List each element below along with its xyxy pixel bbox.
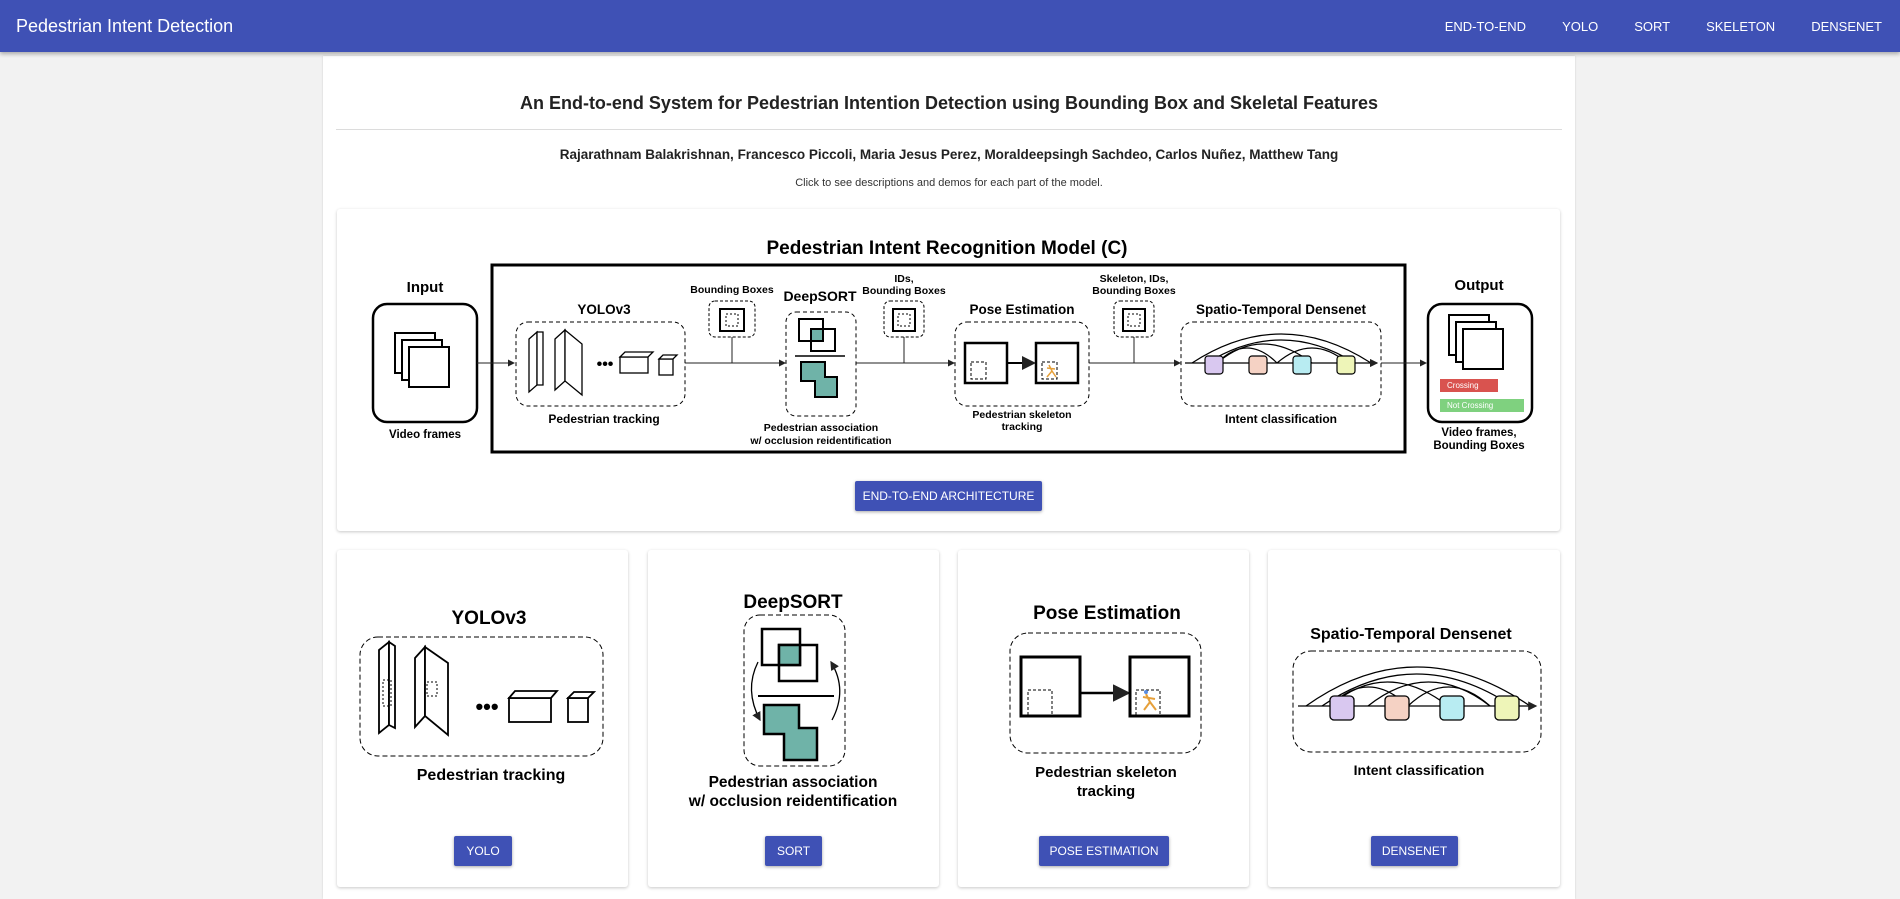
deepsort-caption-2: w/ occlusion reidentification — [749, 435, 891, 447]
pose-label: Pose Estimation — [969, 302, 1074, 317]
title-divider — [336, 129, 1562, 130]
sort-card-caption-1: Pedestrian association — [709, 774, 878, 791]
input-frames-icon — [394, 332, 450, 388]
pose-card-caption-1: Pedestrian skeleton — [1035, 764, 1177, 781]
output-caption-1: Video frames, — [1441, 427, 1516, 439]
densenet-card-diagram[interactable]: Spatio-Temporal Densenet Intent classifi… — [1268, 550, 1560, 790]
svg-text:•••: ••• — [475, 694, 498, 719]
sort-card-title: DeepSORT — [743, 592, 843, 613]
dense-label: Spatio-Temporal Densenet — [1196, 302, 1367, 317]
yolo-card-title: YOLOv3 — [452, 608, 527, 629]
paper-title: An End-to-end System for Pedestrian Inte… — [519, 93, 1379, 113]
dense-icon — [1185, 333, 1379, 375]
nav-sort[interactable]: SORT — [1634, 19, 1670, 34]
nav-skeleton[interactable]: SKELETON — [1706, 19, 1775, 34]
pose-icon — [963, 341, 1080, 385]
deepsort-icon — [795, 318, 845, 398]
author-list: Rajarathnam Balakrishnan, Francesco Picc… — [559, 147, 1339, 162]
densenet-card-title: Spatio-Temporal Densenet — [1310, 626, 1512, 643]
skel-label-2: Bounding Boxes — [1092, 285, 1176, 297]
nav-end-to-end[interactable]: END-TO-END — [1445, 19, 1526, 34]
yolo-card-diagram[interactable]: YOLOv3 ••• Pedestrian tracking — [337, 550, 628, 790]
crossing-badge-label: Crossing — [1447, 381, 1479, 390]
diagram-title: Pedestrian Intent Recognition Model (C) — [766, 238, 1127, 259]
densenet-card: Spatio-Temporal Densenet Intent classifi… — [1268, 550, 1560, 887]
sort-button[interactable]: SORT — [765, 836, 822, 866]
deepsort-label: DeepSORT — [783, 288, 857, 304]
pipeline-arrows — [477, 337, 1427, 367]
pose-card: Pose Estimation Pedestrian skeleton trac… — [958, 550, 1249, 887]
top-nav: END-TO-END YOLO SORT SKELETON DENSENET — [1409, 0, 1882, 52]
deepsort-caption-1: Pedestrian association — [764, 422, 878, 434]
pose-caption-2: tracking — [1002, 421, 1043, 433]
nav-densenet[interactable]: DENSENET — [1811, 19, 1882, 34]
yolo-card-caption: Pedestrian tracking — [417, 767, 566, 784]
app-title[interactable]: Pedestrian Intent Detection — [16, 16, 233, 37]
input-caption: Video frames — [389, 429, 461, 441]
main-container: An End-to-end System for Pedestrian Inte… — [323, 56, 1575, 899]
sort-card-diagram[interactable]: DeepSORT Pedestrian association w/ occlu… — [648, 550, 939, 820]
input-label: Input — [407, 279, 444, 296]
sort-card: DeepSORT Pedestrian association w/ occlu… — [648, 550, 939, 887]
pose-card-caption-2: tracking — [1077, 783, 1135, 800]
architecture-card: Pedestrian Intent Recognition Model (C) … — [337, 209, 1560, 531]
output-frames-icon — [1448, 314, 1504, 370]
skel-label-1: Skeleton, IDs, — [1100, 273, 1169, 285]
dense-caption: Intent classification — [1225, 412, 1337, 426]
pose-card-diagram[interactable]: Pose Estimation Pedestrian skeleton trac… — [958, 550, 1249, 820]
yolo-ellipsis: ••• — [597, 356, 614, 373]
yolo-button[interactable]: YOLO — [454, 836, 512, 866]
yolo-label: YOLOv3 — [577, 302, 631, 317]
yolo-caption: Pedestrian tracking — [548, 412, 659, 426]
yolo-card: YOLOv3 ••• Pedestrian tracking YOLO — [337, 550, 628, 887]
densenet-card-caption: Intent classification — [1354, 762, 1485, 778]
sort-card-caption-2: w/ occlusion reidentification — [688, 793, 897, 810]
densenet-button[interactable]: DENSENET — [1371, 836, 1458, 866]
pose-estimation-button[interactable]: POSE ESTIMATION — [1039, 836, 1169, 866]
pose-card-title: Pose Estimation — [1033, 603, 1181, 624]
output-caption-2: Bounding Boxes — [1433, 440, 1524, 452]
ids-label-1: IDs, — [894, 273, 913, 285]
output-label: Output — [1454, 277, 1503, 294]
ids-label-2: Bounding Boxes — [862, 285, 946, 297]
architecture-diagram[interactable]: Pedestrian Intent Recognition Model (C) … — [337, 209, 1560, 459]
app-bar: Pedestrian Intent Detection END-TO-END Y… — [0, 0, 1900, 52]
nav-yolo[interactable]: YOLO — [1562, 19, 1598, 34]
not-crossing-badge-label: Not Crossing — [1447, 401, 1493, 410]
end-to-end-architecture-button[interactable]: END-TO-END ARCHITECTURE — [855, 481, 1042, 511]
pose-caption-1: Pedestrian skeleton — [972, 409, 1071, 421]
instruction-text: Click to see descriptions and demos for … — [795, 177, 1103, 189]
bbox-label: Bounding Boxes — [690, 284, 774, 296]
